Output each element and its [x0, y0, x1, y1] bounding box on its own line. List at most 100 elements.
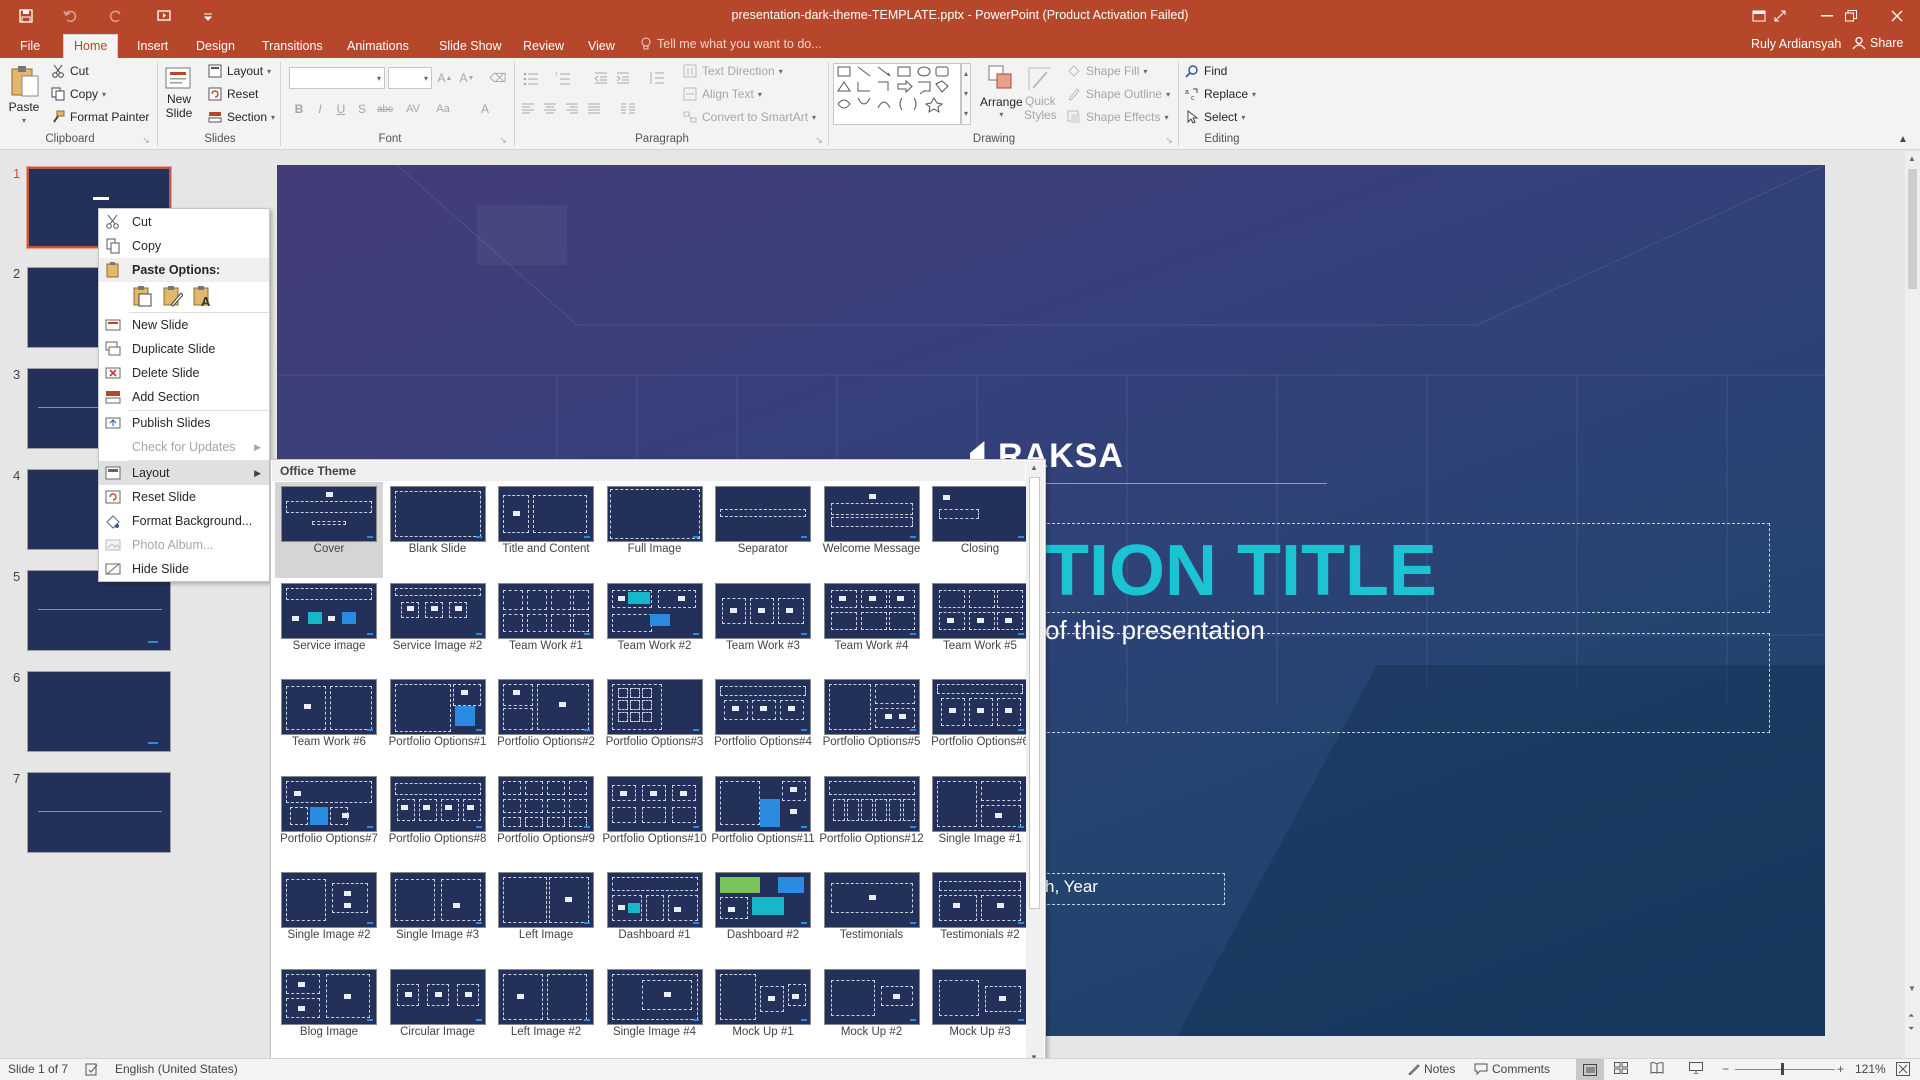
section-button[interactable]: Section ▾ — [207, 109, 275, 125]
layout-option[interactable]: Portfolio Options#7 — [275, 772, 383, 868]
strikethrough-button[interactable]: abc — [374, 100, 396, 118]
tab-home[interactable]: Home — [63, 34, 119, 58]
customize-toolbar-icon[interactable] — [196, 4, 220, 28]
layout-button[interactable]: Layout ▾ — [207, 63, 271, 79]
new-slide-button[interactable]: New Slide — [164, 64, 194, 120]
arrange-button[interactable]: Arrange ▾ — [980, 64, 1023, 119]
tell-me-box[interactable]: Tell me what you want to do... — [640, 37, 822, 51]
zoom-level[interactable]: 121% — [1855, 1062, 1886, 1076]
layout-option[interactable]: Left Image #2 — [492, 965, 600, 1061]
layout-option[interactable]: Team Work #6 — [275, 675, 383, 771]
comments-button[interactable]: Comments — [1474, 1062, 1550, 1076]
clipboard-launcher-icon[interactable]: ↘ — [140, 134, 152, 146]
font-name-combo[interactable]: ▾ — [289, 67, 385, 89]
layout-option[interactable]: Portfolio Options#12 — [818, 772, 926, 868]
layout-option[interactable]: Service image — [275, 579, 383, 675]
quick-styles-button[interactable]: Quick Styles — [1024, 64, 1057, 122]
shapes-gallery[interactable] — [833, 63, 961, 125]
layout-option[interactable]: Cover — [275, 482, 383, 578]
tab-file[interactable]: File — [10, 36, 50, 58]
reset-button[interactable]: Reset — [207, 86, 258, 102]
layout-option[interactable]: Closing — [926, 482, 1034, 578]
clear-formatting-icon[interactable]: ⌫ — [489, 69, 507, 87]
layout-option[interactable]: Team Work #2 — [601, 579, 709, 675]
tab-slide-show[interactable]: Slide Show — [429, 36, 512, 58]
underline-button[interactable]: U — [332, 100, 350, 118]
menu-item-cut[interactable]: Cut — [99, 210, 269, 234]
align-center-icon[interactable] — [541, 100, 559, 118]
increase-indent-icon[interactable] — [614, 69, 632, 87]
copy-button[interactable]: Copy ▾ — [50, 86, 106, 102]
fit-to-window-icon[interactable] — [1896, 1062, 1910, 1076]
layout-option[interactable]: Dashboard #2 — [709, 868, 817, 964]
format-painter-button[interactable]: Format Painter — [50, 109, 149, 125]
save-icon[interactable] — [14, 4, 38, 28]
share-button[interactable]: Share — [1852, 36, 1903, 50]
italic-button[interactable]: I — [311, 100, 329, 118]
layout-option[interactable]: Portfolio Options#5 — [818, 675, 926, 771]
layout-option[interactable]: Portfolio Options#1 — [384, 675, 492, 771]
numbering-icon[interactable]: 1 — [552, 69, 574, 87]
layout-option[interactable]: Dashboard #1 — [601, 868, 709, 964]
menu-item-new-slide[interactable]: New Slide — [99, 313, 269, 337]
slide-thumbnail-5[interactable] — [27, 570, 171, 651]
justify-icon[interactable] — [585, 100, 603, 118]
layout-option[interactable]: Team Work #3 — [709, 579, 817, 675]
restore-arrows-icon[interactable] — [1760, 0, 1800, 32]
scroll-up-icon[interactable]: ▲ — [1908, 154, 1916, 163]
slide-show-button[interactable] — [1689, 1062, 1703, 1074]
layout-option[interactable]: Separator — [709, 482, 817, 578]
normal-view-button[interactable] — [1576, 1059, 1604, 1080]
vertical-scrollbar[interactable]: ▲ ▼ ⏶ ⏷ — [1905, 151, 1920, 1058]
font-color-button[interactable]: A — [476, 100, 494, 118]
layout-option[interactable]: Blog Image — [275, 965, 383, 1061]
drawing-launcher-icon[interactable]: ↘ — [1163, 134, 1175, 146]
shape-fill-button[interactable]: Shape Fill ▾ — [1066, 63, 1147, 79]
layout-option[interactable]: Welcome Message — [818, 482, 926, 578]
layout-option[interactable]: Left Image — [492, 868, 600, 964]
menu-item-publish-slides[interactable]: Publish Slides — [99, 411, 269, 435]
select-button[interactable]: Select ▾ — [1184, 109, 1245, 125]
spell-check-icon[interactable] — [85, 1062, 99, 1076]
text-direction-button[interactable]: Text Direction ▾ — [682, 63, 783, 79]
menu-item-format-background[interactable]: Format Background... — [99, 509, 269, 533]
bold-button[interactable]: B — [290, 100, 308, 118]
zoom-out-button[interactable]: − — [1722, 1062, 1729, 1076]
menu-item-duplicate-slide[interactable]: Duplicate Slide — [99, 337, 269, 361]
slide-thumbnail-7[interactable] — [27, 772, 171, 853]
layout-option[interactable]: Portfolio Options#4 — [709, 675, 817, 771]
font-launcher-icon[interactable]: ↘ — [497, 134, 509, 146]
paste-use-destination-theme-icon[interactable] — [131, 285, 153, 307]
tab-view[interactable]: View — [578, 36, 625, 58]
zoom-in-button[interactable]: + — [1837, 1062, 1844, 1076]
menu-item-delete-slide[interactable]: Delete Slide — [99, 361, 269, 385]
previous-slide-icon[interactable]: ⏶ — [1908, 1011, 1914, 1021]
bullets-icon[interactable] — [520, 69, 542, 87]
layout-option[interactable]: Single Image #1 — [926, 772, 1034, 868]
align-left-icon[interactable] — [519, 100, 537, 118]
menu-item-add-section[interactable]: Add Section — [99, 385, 269, 409]
layout-option[interactable]: Single Image #3 — [384, 868, 492, 964]
layout-option[interactable]: Portfolio Options#2 — [492, 675, 600, 771]
slide-counter[interactable]: Slide 1 of 7 — [8, 1062, 68, 1076]
character-spacing-button[interactable]: AV — [400, 100, 426, 118]
shape-outline-button[interactable]: Shape Outline ▾ — [1066, 86, 1170, 102]
align-text-button[interactable]: Align Text ▾ — [682, 86, 762, 102]
next-slide-icon[interactable]: ⏷ — [1908, 1024, 1914, 1034]
font-size-combo[interactable]: ▾ — [388, 67, 432, 89]
slide-thumbnail-6[interactable] — [27, 671, 171, 752]
grow-font-icon[interactable]: A ▲ — [436, 69, 454, 87]
tab-insert[interactable]: Insert — [127, 36, 178, 58]
slide-sorter-button[interactable] — [1614, 1062, 1628, 1074]
paste-keep-source-formatting-icon[interactable] — [161, 285, 183, 307]
layout-option[interactable]: Portfolio Options#9 — [492, 772, 600, 868]
shapes-scroll[interactable]: ▴ ▾ ▾ — [961, 63, 971, 125]
menu-item-reset-slide[interactable]: Reset Slide — [99, 485, 269, 509]
shadow-s-button[interactable]: S — [353, 100, 371, 118]
align-right-icon[interactable] — [563, 100, 581, 118]
tab-transitions[interactable]: Transitions — [252, 36, 333, 58]
scroll-down-icon[interactable]: ▼ — [1908, 984, 1916, 993]
tab-animations[interactable]: Animations — [337, 36, 419, 58]
layout-option[interactable]: Service Image #2 — [384, 579, 492, 675]
layout-option[interactable]: Title and Content — [492, 482, 600, 578]
